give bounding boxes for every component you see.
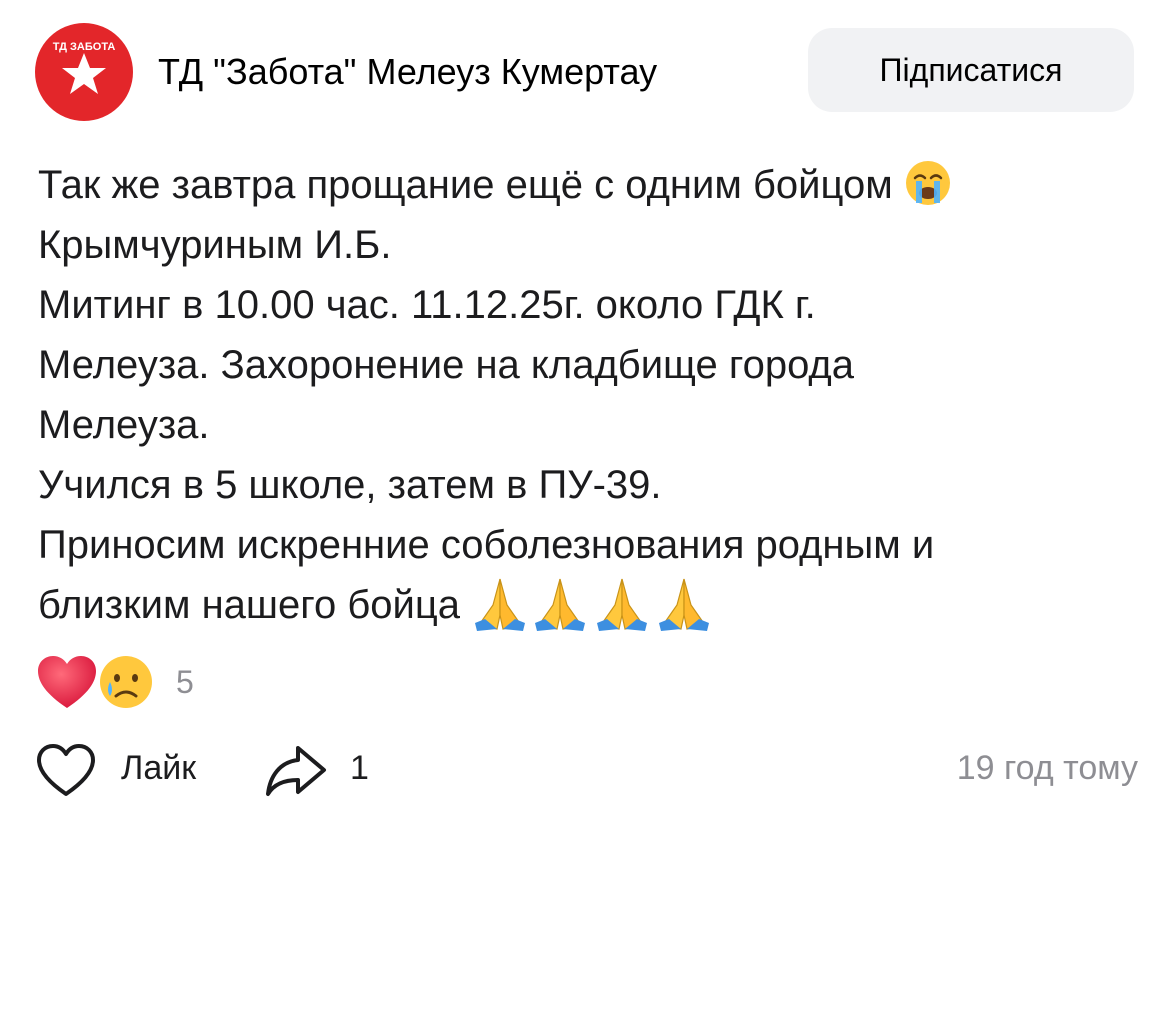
- subscribe-button[interactable]: Підписатися: [808, 28, 1134, 112]
- loudly-crying-face-icon: [904, 159, 952, 207]
- heart-outline-icon: [35, 742, 97, 803]
- reaction-count: 5: [176, 664, 194, 700]
- post-actions: Лайк 1 19 год тому: [0, 730, 1170, 810]
- folded-hands-icon: [529, 575, 591, 632]
- post-line: Митинг в 10.00 час. 11.12.25г. около ГДК…: [38, 283, 816, 327]
- share-button[interactable]: 1: [262, 738, 382, 798]
- post-line: Мелеуза.: [38, 403, 210, 447]
- folded-hands-icon: [471, 575, 529, 632]
- post-text: Так же завтра прощание ещё с одним бойцо…: [38, 155, 1138, 635]
- folded-hands-icon: [591, 575, 653, 632]
- share-count: 1: [350, 749, 369, 787]
- post-timestamp: 19 год тому: [956, 749, 1138, 787]
- post-line: Мелеуза. Захоронение на кладбище города: [38, 343, 855, 387]
- post-line: Так же завтра прощание ещё с одним бойцо…: [38, 155, 1138, 215]
- crying-face-icon: [96, 652, 156, 717]
- share-arrow-icon: [262, 742, 328, 803]
- star-logo-icon: ТД ЗАБОТА: [35, 23, 133, 121]
- channel-avatar[interactable]: ТД ЗАБОТА: [35, 23, 133, 121]
- like-button[interactable]: Лайк: [35, 738, 225, 798]
- channel-name-fade: [740, 40, 790, 102]
- post-line: Учился в 5 школе, затем в ПУ-39.: [38, 463, 662, 507]
- post-header: ТД ЗАБОТА ТД "Забота" Мелеуз Кумертау Пі…: [0, 0, 1170, 140]
- post-line: Крымчуриным И.Б.: [38, 223, 392, 267]
- post-line: близким нашего бойца: [38, 575, 1138, 635]
- like-label: Лайк: [121, 749, 197, 787]
- svg-text:ТД ЗАБОТА: ТД ЗАБОТА: [53, 41, 116, 53]
- red-heart-icon: [36, 654, 98, 715]
- reactions-summary[interactable]: 5: [36, 652, 236, 712]
- folded-hands-icon: [653, 575, 715, 632]
- post-line: Приносим искренние соболезнования родным…: [38, 523, 935, 567]
- channel-name[interactable]: ТД "Забота" Мелеуз Кумертау: [158, 48, 783, 96]
